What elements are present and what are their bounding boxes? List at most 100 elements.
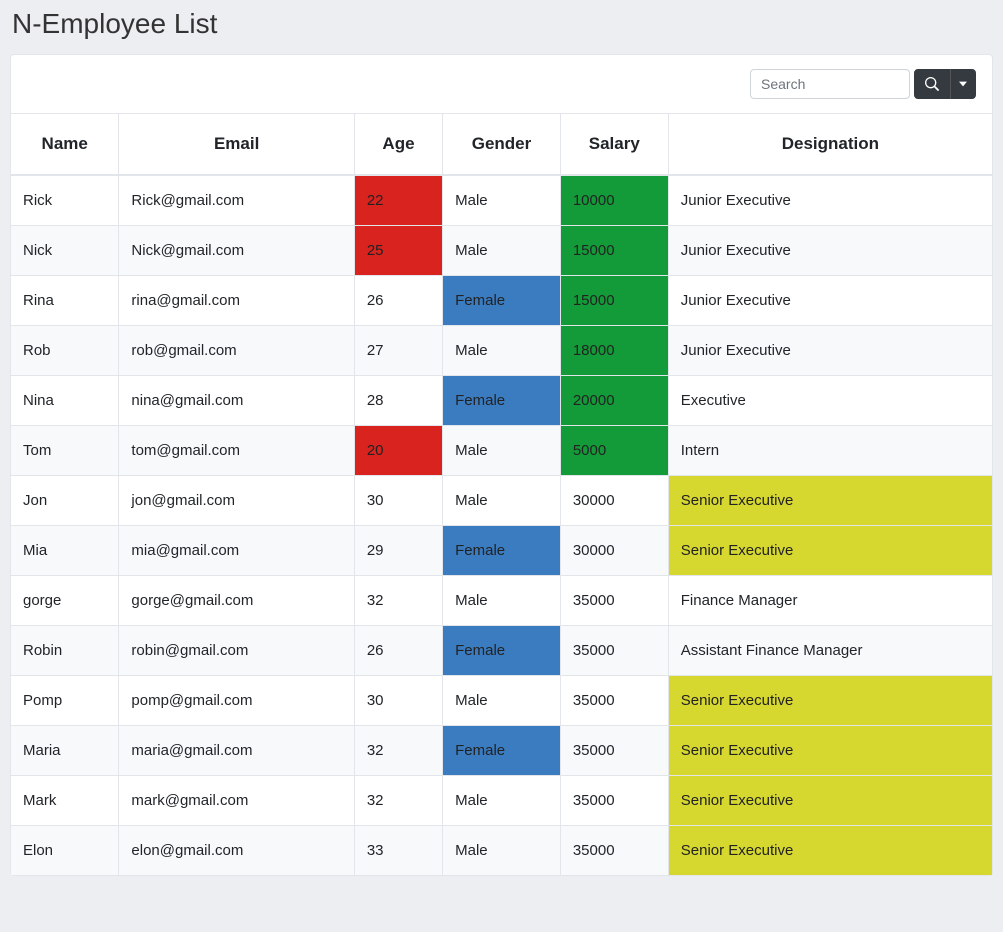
cell-gender: Male xyxy=(443,476,561,526)
table-row[interactable]: NickNick@gmail.com25Male15000Junior Exec… xyxy=(11,226,992,276)
cell-salary: 15000 xyxy=(560,226,668,276)
col-header-salary[interactable]: Salary xyxy=(560,114,668,175)
cell-designation: Senior Executive xyxy=(668,526,992,576)
cell-name: Nina xyxy=(11,376,119,426)
search-button-group xyxy=(910,69,976,99)
employee-card: Name Email Age Gender Salary Designation… xyxy=(10,54,993,876)
cell-name: Robin xyxy=(11,626,119,676)
cell-email: gorge@gmail.com xyxy=(119,576,354,626)
caret-down-icon xyxy=(959,80,967,88)
cell-name: Maria xyxy=(11,726,119,776)
cell-email: pomp@gmail.com xyxy=(119,676,354,726)
table-row[interactable]: Tomtom@gmail.com20Male5000Intern xyxy=(11,426,992,476)
cell-salary: 35000 xyxy=(560,826,668,876)
cell-designation: Senior Executive xyxy=(668,676,992,726)
cell-gender: Female xyxy=(443,726,561,776)
cell-gender: Male xyxy=(443,826,561,876)
search-icon xyxy=(925,77,939,91)
table-row[interactable]: Ninanina@gmail.com28Female20000Executive xyxy=(11,376,992,426)
cell-age: 32 xyxy=(354,726,442,776)
cell-gender: Male xyxy=(443,576,561,626)
col-header-name[interactable]: Name xyxy=(11,114,119,175)
toolbar xyxy=(11,55,992,114)
cell-salary: 5000 xyxy=(560,426,668,476)
cell-designation: Assistant Finance Manager xyxy=(668,626,992,676)
cell-salary: 18000 xyxy=(560,326,668,376)
cell-email: mia@gmail.com xyxy=(119,526,354,576)
cell-designation: Senior Executive xyxy=(668,726,992,776)
cell-age: 30 xyxy=(354,476,442,526)
cell-gender: Male xyxy=(443,676,561,726)
cell-salary: 30000 xyxy=(560,476,668,526)
cell-designation: Junior Executive xyxy=(668,326,992,376)
cell-name: Rob xyxy=(11,326,119,376)
cell-email: robin@gmail.com xyxy=(119,626,354,676)
cell-name: Mark xyxy=(11,776,119,826)
cell-name: Jon xyxy=(11,476,119,526)
col-header-email[interactable]: Email xyxy=(119,114,354,175)
cell-name: Nick xyxy=(11,226,119,276)
col-header-gender[interactable]: Gender xyxy=(443,114,561,175)
cell-email: Rick@gmail.com xyxy=(119,175,354,226)
cell-email: elon@gmail.com xyxy=(119,826,354,876)
cell-age: 30 xyxy=(354,676,442,726)
table-row[interactable]: Robinrobin@gmail.com26Female35000Assista… xyxy=(11,626,992,676)
table-row[interactable]: Markmark@gmail.com32Male35000Senior Exec… xyxy=(11,776,992,826)
table-row[interactable]: Miamia@gmail.com29Female30000Senior Exec… xyxy=(11,526,992,576)
cell-salary: 10000 xyxy=(560,175,668,226)
cell-name: Rina xyxy=(11,276,119,326)
col-header-age[interactable]: Age xyxy=(354,114,442,175)
cell-designation: Junior Executive xyxy=(668,276,992,326)
search-button[interactable] xyxy=(914,69,950,99)
cell-age: 22 xyxy=(354,175,442,226)
cell-gender: Female xyxy=(443,376,561,426)
cell-email: rina@gmail.com xyxy=(119,276,354,326)
employee-table: Name Email Age Gender Salary Designation… xyxy=(11,114,992,875)
cell-designation: Finance Manager xyxy=(668,576,992,626)
cell-designation: Intern xyxy=(668,426,992,476)
cell-email: maria@gmail.com xyxy=(119,726,354,776)
search-input[interactable] xyxy=(750,69,910,99)
cell-gender: Male xyxy=(443,426,561,476)
cell-gender: Male xyxy=(443,326,561,376)
cell-name: gorge xyxy=(11,576,119,626)
cell-email: Nick@gmail.com xyxy=(119,226,354,276)
page-title: N-Employee List xyxy=(10,0,993,54)
table-header-row: Name Email Age Gender Salary Designation xyxy=(11,114,992,175)
cell-salary: 20000 xyxy=(560,376,668,426)
cell-salary: 35000 xyxy=(560,576,668,626)
cell-name: Mia xyxy=(11,526,119,576)
cell-email: mark@gmail.com xyxy=(119,776,354,826)
cell-designation: Executive xyxy=(668,376,992,426)
cell-name: Elon xyxy=(11,826,119,876)
cell-gender: Female xyxy=(443,626,561,676)
cell-age: 33 xyxy=(354,826,442,876)
table-row[interactable]: Jonjon@gmail.com30Male30000Senior Execut… xyxy=(11,476,992,526)
cell-name: Tom xyxy=(11,426,119,476)
table-row[interactable]: Rinarina@gmail.com26Female15000Junior Ex… xyxy=(11,276,992,326)
cell-email: nina@gmail.com xyxy=(119,376,354,426)
cell-email: rob@gmail.com xyxy=(119,326,354,376)
cell-email: jon@gmail.com xyxy=(119,476,354,526)
table-row[interactable]: gorgegorge@gmail.com32Male35000Finance M… xyxy=(11,576,992,626)
cell-salary: 15000 xyxy=(560,276,668,326)
table-row[interactable]: Elonelon@gmail.com33Male35000Senior Exec… xyxy=(11,826,992,876)
search-dropdown-button[interactable] xyxy=(950,69,976,99)
cell-name: Pomp xyxy=(11,676,119,726)
cell-salary: 35000 xyxy=(560,726,668,776)
table-row[interactable]: Robrob@gmail.com27Male18000Junior Execut… xyxy=(11,326,992,376)
cell-gender: Male xyxy=(443,226,561,276)
cell-age: 32 xyxy=(354,776,442,826)
cell-designation: Junior Executive xyxy=(668,226,992,276)
table-row[interactable]: Mariamaria@gmail.com32Female35000Senior … xyxy=(11,726,992,776)
cell-age: 25 xyxy=(354,226,442,276)
col-header-designation[interactable]: Designation xyxy=(668,114,992,175)
cell-salary: 30000 xyxy=(560,526,668,576)
cell-designation: Senior Executive xyxy=(668,826,992,876)
table-row[interactable]: RickRick@gmail.com22Male10000Junior Exec… xyxy=(11,175,992,226)
table-row[interactable]: Pomppomp@gmail.com30Male35000Senior Exec… xyxy=(11,676,992,726)
cell-salary: 35000 xyxy=(560,776,668,826)
cell-salary: 35000 xyxy=(560,676,668,726)
cell-age: 20 xyxy=(354,426,442,476)
cell-age: 27 xyxy=(354,326,442,376)
